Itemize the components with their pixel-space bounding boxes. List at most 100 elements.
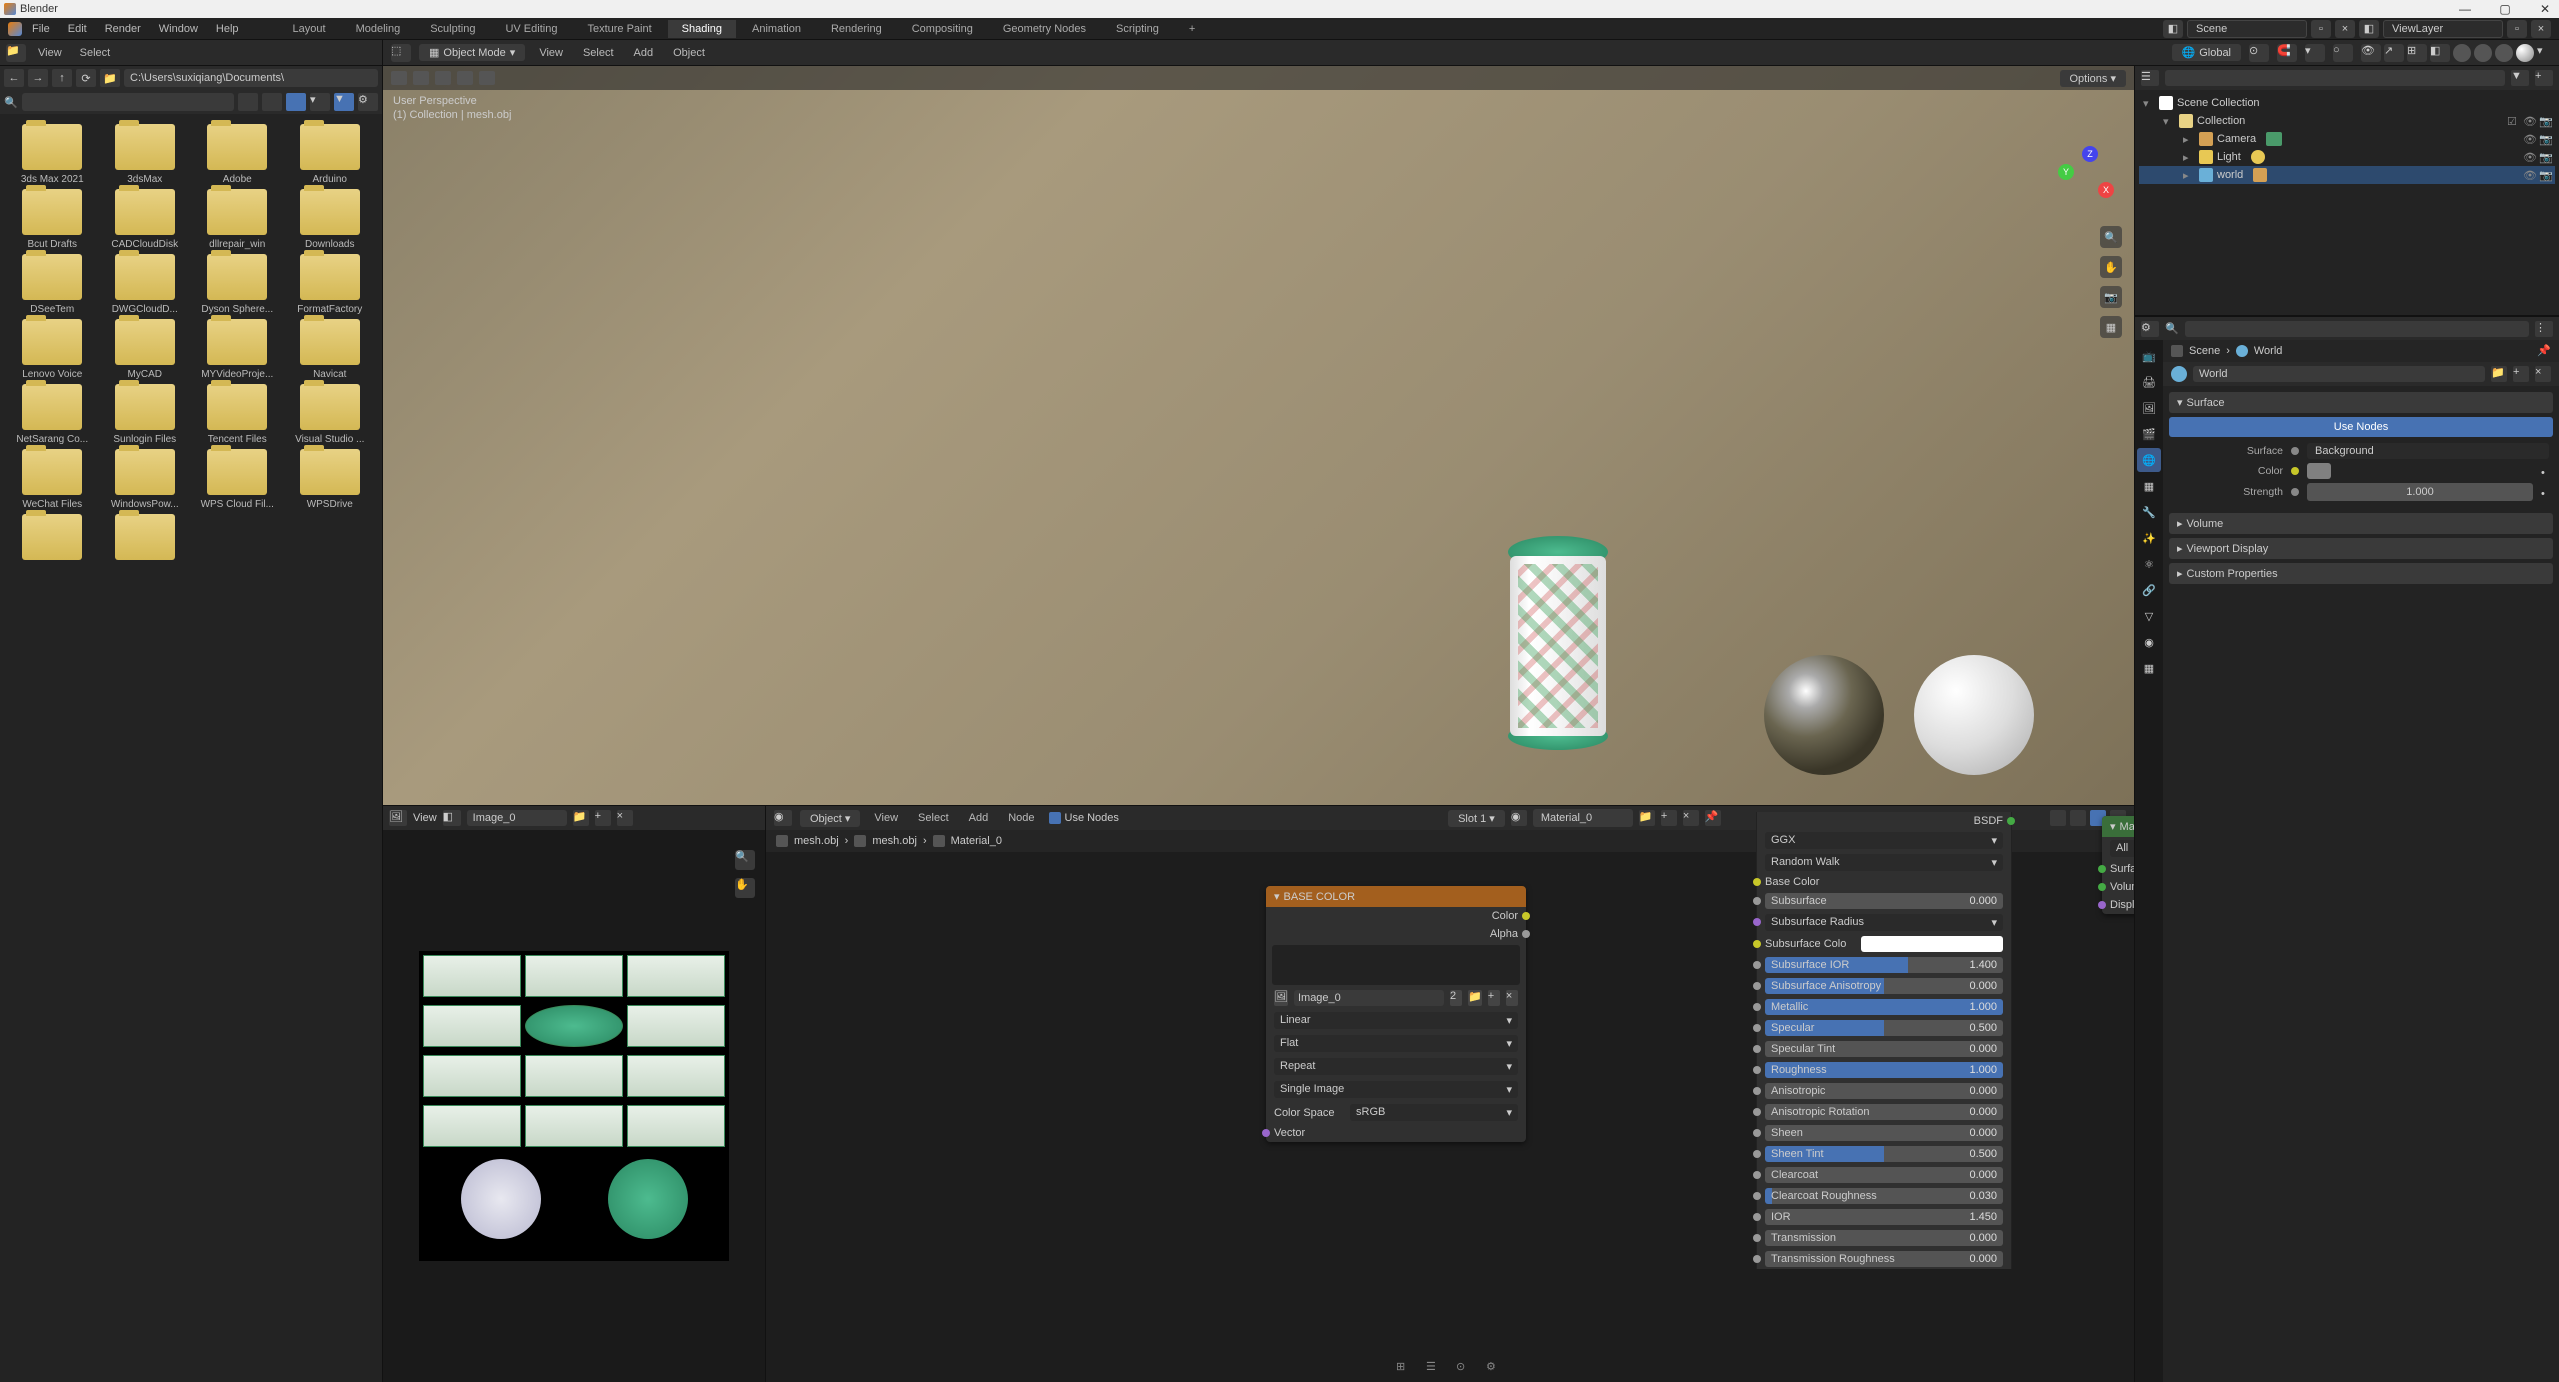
- vp-icon-3[interactable]: [435, 71, 451, 85]
- image-editor-type-button[interactable]: 🖼: [389, 810, 407, 826]
- panel-volume-header[interactable]: ▸Volume: [2169, 513, 2553, 534]
- world-file-button[interactable]: 📁: [2491, 366, 2507, 382]
- shading-solid-button[interactable]: [2474, 44, 2492, 62]
- tree-world[interactable]: world: [2217, 169, 2243, 181]
- tree-expand-icon[interactable]: ▾: [2163, 115, 2175, 128]
- bsdf-aniso-rot-slider[interactable]: Anisotropic Rotation0.000: [1765, 1104, 2003, 1120]
- color-anim-button[interactable]: •: [2541, 467, 2549, 475]
- ie-image-name-input[interactable]: [467, 810, 567, 826]
- ne-overlay-1[interactable]: [2050, 810, 2066, 826]
- bsdf-trans-rough-slider[interactable]: Transmission Roughness0.000: [1765, 1251, 2003, 1267]
- socket-spec-tint-in[interactable]: [1753, 1045, 1761, 1053]
- bsdf-ss-ior-slider[interactable]: Subsurface IOR1.400: [1765, 957, 2003, 973]
- tab-add-workspace[interactable]: +: [1175, 20, 1209, 38]
- tab-shading[interactable]: Shading: [668, 20, 736, 38]
- socket-ss-radius-in[interactable]: [1753, 918, 1761, 926]
- zoom-icon[interactable]: 🔍: [2100, 226, 2122, 248]
- file-item[interactable]: WPS Cloud Fil...: [193, 449, 282, 510]
- bsdf-sheen-slider[interactable]: Sheen0.000: [1765, 1125, 2003, 1141]
- display-list-vertical-button[interactable]: [238, 93, 258, 111]
- vp-icon-1[interactable]: [391, 71, 407, 85]
- ne-menu-add[interactable]: Add: [963, 810, 995, 826]
- scene-new-button[interactable]: ▫: [2311, 20, 2331, 38]
- render-toggle-icon[interactable]: 📷: [2539, 115, 2551, 127]
- viewport-options-dropdown[interactable]: Options ▾: [2060, 70, 2127, 87]
- mode-dropdown[interactable]: ▦ Object Mode ▾: [419, 44, 525, 61]
- socket-ior-in[interactable]: [1753, 1213, 1761, 1221]
- fb-menu-select[interactable]: Select: [74, 45, 117, 61]
- prop-tab-data[interactable]: ▽: [2137, 604, 2161, 628]
- menu-file[interactable]: File: [24, 21, 58, 37]
- socket-ss-ior-in[interactable]: [1753, 961, 1761, 969]
- material-slot-dropdown[interactable]: Slot 1 ▾: [1448, 810, 1505, 827]
- bsdf-subsurface-slider[interactable]: Subsurface0.000: [1765, 893, 2003, 909]
- image-browse-button[interactable]: 🖼: [1274, 990, 1288, 1006]
- bsdf-metallic-slider[interactable]: Metallic1.000: [1765, 999, 2003, 1015]
- file-item[interactable]: DWGCloudD...: [101, 254, 190, 315]
- prop-bc-world[interactable]: World: [2254, 345, 2283, 357]
- nav-back-button[interactable]: ←: [4, 69, 24, 87]
- outliner-filter-button[interactable]: ▼: [2511, 70, 2529, 86]
- file-item[interactable]: Dyson Sphere...: [193, 254, 282, 315]
- file-item[interactable]: FormatFactory: [286, 254, 375, 315]
- node-editor-type-button[interactable]: ◉: [774, 810, 792, 826]
- ne-menu-view[interactable]: View: [868, 810, 904, 826]
- bc-mesh2[interactable]: mesh.obj: [872, 835, 917, 847]
- prop-tab-texture[interactable]: ▦: [2137, 656, 2161, 680]
- viewlayer-name-input[interactable]: [2383, 20, 2503, 38]
- world-strength-field[interactable]: 1.000: [2307, 483, 2533, 501]
- tree-expand-icon[interactable]: ▸: [2183, 151, 2195, 164]
- file-item[interactable]: Bcut Drafts: [8, 189, 97, 250]
- socket-volume-in[interactable]: [2098, 883, 2106, 891]
- world-name-input[interactable]: [2193, 366, 2485, 382]
- socket-basecolor-in[interactable]: [1753, 878, 1761, 886]
- image-new-button[interactable]: +: [1488, 990, 1500, 1006]
- camera-view-icon[interactable]: 📷: [2100, 286, 2122, 308]
- file-item[interactable]: Tencent Files: [193, 384, 282, 445]
- socket-sheen-tint-in[interactable]: [1753, 1150, 1761, 1158]
- world-color-field[interactable]: [2307, 463, 2331, 479]
- file-item[interactable]: WeChat Files: [8, 449, 97, 510]
- ne-menu-node[interactable]: Node: [1002, 810, 1040, 826]
- exclude-toggle-icon[interactable]: ☑: [2507, 115, 2519, 127]
- socket-sheen-in[interactable]: [1753, 1129, 1761, 1137]
- file-item[interactable]: DSeeTem: [8, 254, 97, 315]
- surface-shader-dropdown[interactable]: Background: [2307, 443, 2549, 459]
- snap-mode-dropdown[interactable]: ▾: [2305, 44, 2325, 62]
- material-file-button[interactable]: 📁: [1639, 810, 1655, 826]
- tab-rendering[interactable]: Rendering: [817, 20, 896, 38]
- proportional-edit-toggle[interactable]: ○: [2333, 44, 2353, 62]
- tree-camera[interactable]: Camera: [2217, 133, 2256, 145]
- file-item[interactable]: MyCAD: [101, 319, 190, 380]
- vp-icon-4[interactable]: [457, 71, 473, 85]
- interpolation-dropdown[interactable]: Linear▾: [1274, 1012, 1518, 1029]
- material-new-button[interactable]: +: [1661, 810, 1677, 826]
- ne-footer-icon-1[interactable]: ⊞: [1396, 1360, 1414, 1378]
- vp-icon-5[interactable]: [479, 71, 495, 85]
- hide-toggle-icon[interactable]: 👁: [2523, 133, 2535, 145]
- socket-subsurface-in[interactable]: [1753, 897, 1761, 905]
- window-minimize-button[interactable]: —: [2455, 2, 2475, 16]
- file-item[interactable]: Adobe: [193, 124, 282, 185]
- material-unlink-button[interactable]: ×: [1683, 810, 1699, 826]
- node-principled-bsdf[interactable]: BSDF GGX▾ Random Walk▾ Base Color Subsur…: [1756, 812, 2012, 1269]
- prop-tab-scene[interactable]: 🎬: [2137, 422, 2161, 446]
- material-name-input[interactable]: [1533, 809, 1633, 827]
- socket-color-out[interactable]: [1522, 912, 1530, 920]
- prop-tab-world[interactable]: 🌐: [2137, 448, 2161, 472]
- ie-menu-view[interactable]: View: [413, 812, 437, 824]
- ne-footer-icon-4[interactable]: ⚙: [1486, 1360, 1504, 1378]
- socket-specular-in[interactable]: [1753, 1024, 1761, 1032]
- panel-viewport-display-header[interactable]: ▸Viewport Display: [2169, 538, 2553, 559]
- socket-alpha-out[interactable]: [1522, 930, 1530, 938]
- socket-surface-in[interactable]: [2098, 865, 2106, 873]
- prop-tab-constraint[interactable]: 🔗: [2137, 578, 2161, 602]
- render-toggle-icon[interactable]: 📷: [2539, 151, 2551, 163]
- scene-name-input[interactable]: [2187, 20, 2307, 38]
- ne-footer-icon-2[interactable]: ☰: [1426, 1360, 1444, 1378]
- orientation-dropdown[interactable]: 🌐 Global: [2172, 44, 2242, 61]
- prop-tab-particle[interactable]: ✨: [2137, 526, 2161, 550]
- filter-toggle[interactable]: ▼: [334, 93, 354, 111]
- bc-material[interactable]: Material_0: [951, 835, 1002, 847]
- bsdf-ss-radius-dropdown[interactable]: Subsurface Radius▾: [1765, 914, 2003, 931]
